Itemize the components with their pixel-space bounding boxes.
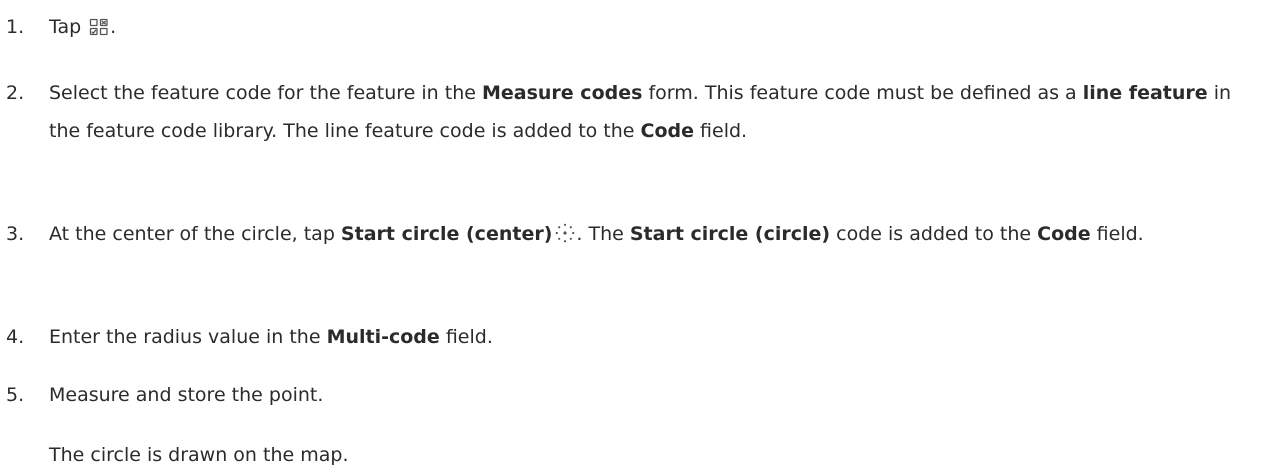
step-text: Measure and store the point. (49, 376, 1244, 414)
step-text-part: Enter the radius value in the (49, 326, 327, 348)
step-text-part: Select the feature code for the feature … (49, 82, 482, 104)
ui-term-start-circle-center: Start circle (center) (340, 223, 553, 245)
step-number: 1. (6, 16, 25, 38)
ui-term-start-circle-circle: Start circle (circle) (629, 223, 831, 245)
ui-term-measure-codes: Measure codes (481, 82, 643, 104)
step-result: The circle is drawn on the map. (49, 444, 349, 466)
ui-term-line-feature: line feature (1082, 82, 1208, 104)
step-text: Select the feature code for the feature … (49, 74, 1244, 150)
step-text-part: field. (439, 326, 493, 348)
step-number: 5. (6, 384, 25, 406)
step-number: 2. (6, 82, 25, 104)
step-text-part: . The (576, 223, 630, 245)
step-text-part: Measure and store the point. (49, 384, 324, 406)
step-text-part: Tap (49, 16, 82, 38)
step-text-part: form. This feature code must be defined … (642, 82, 1083, 104)
ui-term-code: Code (640, 120, 695, 142)
step-text-part: code is added to the (830, 223, 1038, 245)
measure-codes-icon (89, 11, 109, 49)
step-text-part: At the center of the circle, tap (49, 223, 341, 245)
ui-term-code: Code (1037, 223, 1091, 245)
step-number: 3. (6, 223, 25, 245)
step-text-part: field. (1090, 223, 1144, 245)
step-text-part: field. (694, 120, 748, 142)
step-text: Enter the radius value in the Multi-code… (49, 318, 1244, 356)
step-text-part: . (110, 16, 117, 38)
step-text: At the center of the circle, tap Start c… (49, 215, 1244, 256)
step-number: 4. (6, 326, 25, 348)
ui-term-multi-code: Multi-code (326, 326, 440, 348)
start-circle-center-icon (555, 218, 575, 256)
instruction-document: 1. Tap. 2. Select the feature code for t… (0, 0, 1271, 471)
step-text: Tap. (49, 8, 1244, 49)
